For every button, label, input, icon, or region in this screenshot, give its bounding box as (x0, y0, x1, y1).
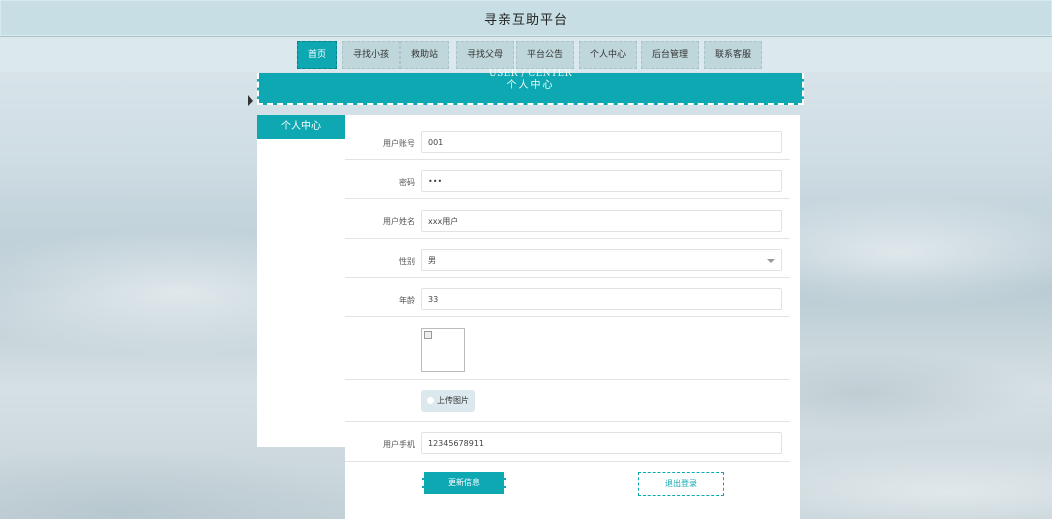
profile-form: 用户账号 001 密码 ••• 用户姓名 xxx用户 性别 男 年龄 33 上传… (345, 115, 800, 519)
phone-label: 用户手机 (383, 440, 415, 449)
nav-item-customer-service[interactable]: 联系客服 (704, 41, 763, 69)
form-row-upload: 上传图片 (345, 379, 790, 421)
gender-label: 性别 (399, 257, 415, 266)
nav-item-announcements[interactable]: 平台公告 (516, 41, 575, 69)
mouse-cursor-icon (248, 95, 253, 106)
sidebar: 个人中心 (257, 115, 345, 447)
broken-image-icon (424, 331, 432, 339)
page-banner: USER / CENTER 个人中心 (257, 69, 804, 105)
nav-item-personal-center[interactable]: 个人中心 (579, 41, 638, 69)
form-row-password: 密码 ••• (345, 159, 790, 199)
update-info-button[interactable]: 更新信息 (422, 472, 506, 494)
nav-bar: 首页 寻找小孩 救助站 寻找父母 平台公告 个人中心 后台管理 联系客服 (0, 37, 1052, 72)
sidebar-item-personal-center[interactable]: 个人中心 (257, 115, 345, 139)
form-row-age: 年龄 33 (345, 277, 790, 317)
form-row-image (345, 316, 790, 380)
password-label: 密码 (399, 178, 415, 187)
gender-value: 男 (428, 256, 436, 265)
form-row-phone: 用户手机 12345678911 (345, 421, 790, 462)
gender-select[interactable]: 男 (421, 249, 782, 271)
password-input[interactable]: ••• (421, 170, 782, 192)
name-label: 用户姓名 (383, 217, 415, 226)
account-input[interactable]: 001 (421, 131, 782, 153)
nav-item-rescue-station[interactable]: 救助站 (400, 41, 450, 69)
name-input[interactable]: xxx用户 (421, 210, 782, 232)
banner-title-en: USER / CENTER (488, 69, 573, 79)
form-row-gender: 性别 男 (345, 238, 790, 278)
upload-icon (427, 397, 434, 404)
banner-title-zh: 个人中心 (506, 80, 555, 91)
nav-item-find-parents[interactable]: 寻找父母 (456, 41, 515, 69)
form-row-name: 用户姓名 xxx用户 (345, 198, 790, 239)
phone-input[interactable]: 12345678911 (421, 432, 782, 454)
form-row-account: 用户账号 001 (345, 125, 790, 160)
age-input[interactable]: 33 (421, 288, 782, 310)
avatar-image (421, 328, 465, 372)
nav-item-admin[interactable]: 后台管理 (641, 41, 700, 69)
age-label: 年龄 (399, 296, 415, 305)
upload-image-button[interactable]: 上传图片 (421, 390, 475, 412)
nav-item-home[interactable]: 首页 (297, 41, 338, 69)
header-bar: 寻亲互助平台 (0, 0, 1052, 37)
chevron-down-icon (767, 259, 775, 263)
nav-item-find-child[interactable]: 寻找小孩 (342, 41, 401, 69)
logout-button[interactable]: 退出登录 (638, 472, 724, 496)
upload-button-label: 上传图片 (437, 396, 469, 405)
account-label: 用户账号 (383, 139, 415, 148)
site-title: 寻亲互助平台 (483, 13, 568, 28)
